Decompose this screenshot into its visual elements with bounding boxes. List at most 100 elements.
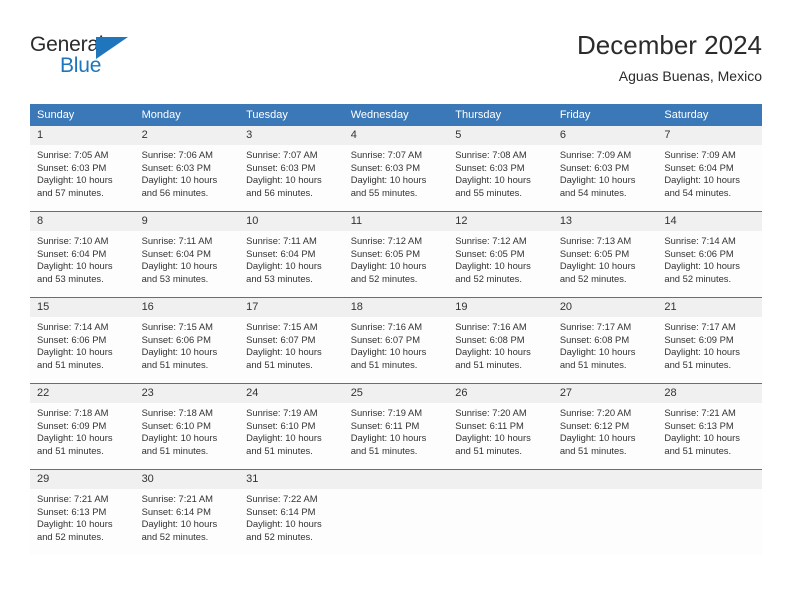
calendar-day-cell[interactable]: 2 Sunrise: 7:06 AM Sunset: 6:03 PM Daylight…: [134, 126, 240, 212]
calendar-day-cell[interactable]: 11 Sunrise: 7:12 AM Sunset: 6:05 PM Dayligh…: [343, 211, 449, 298]
calendar-day-cell[interactable]: 3 Sunrise: 7:07 AM Sunset: 6:03 PM Daylight…: [239, 126, 344, 212]
day-details: Sunrise: 7:21 AM Sunset: 6:13 PM Daylight:…: [30, 489, 135, 543]
daylight-text: Daylight: 10 hours and 54 minutes.: [559, 174, 636, 198]
day-number: 8: [30, 212, 135, 231]
general-blue-logo[interactable]: General Blue: [30, 33, 230, 89]
day-number: 15: [30, 298, 135, 317]
daylight-text: Daylight: 10 hours and 52 minutes.: [455, 260, 531, 284]
calendar-day-cell[interactable]: 17 Sunrise: 7:15 AM Sunset: 6:07 PM Dayligh…: [239, 297, 344, 384]
weekday-header-friday: Friday: [552, 104, 658, 126]
calendar-cell-inner: [343, 470, 449, 555]
sunrise-text: Sunrise: 7:12 AM: [455, 235, 527, 246]
calendar-day-cell[interactable]: 13 Sunrise: 7:13 AM Sunset: 6:05 PM Dayligh…: [552, 211, 658, 298]
calendar-cell-inner: 3 Sunrise: 7:07 AM Sunset: 6:03 PM Daylight…: [239, 126, 344, 211]
daylight-text: Daylight: 10 hours and 52 minutes.: [664, 260, 740, 284]
day-details: Sunrise: 7:12 AM Sunset: 6:05 PM Daylight:…: [344, 231, 449, 285]
day-number: 2: [134, 126, 240, 145]
sunrise-text: Sunrise: 7:14 AM: [664, 235, 736, 246]
daylight-text: Daylight: 10 hours and 53 minutes.: [141, 260, 218, 284]
sunrise-text: Sunrise: 7:20 AM: [559, 407, 632, 418]
sunrise-text: Sunrise: 7:09 AM: [559, 149, 632, 160]
sunset-text: Sunset: 6:10 PM: [246, 419, 316, 431]
calendar-week-row: 22 Sunrise: 7:18 AM Sunset: 6:09 PM Dayligh…: [30, 383, 762, 470]
calendar-day-cell[interactable]: 10 Sunrise: 7:11 AM Sunset: 6:04 PM Dayligh…: [239, 211, 344, 298]
calendar-day-cell[interactable]: 9 Sunrise: 7:11 AM Sunset: 6:04 PM Daylight…: [134, 211, 240, 298]
day-number: 7: [657, 126, 762, 145]
sunset-text: Sunset: 6:04 PM: [664, 161, 734, 173]
calendar-day-cell[interactable]: 20 Sunrise: 7:17 AM Sunset: 6:08 PM Dayligh…: [552, 297, 658, 384]
day-number: 17: [239, 298, 344, 317]
calendar-cell-inner: 2 Sunrise: 7:06 AM Sunset: 6:03 PM Daylight…: [134, 126, 240, 211]
calendar-day-cell[interactable]: 8 Sunrise: 7:10 AM Sunset: 6:04 PM Daylight…: [30, 211, 135, 298]
day-number: 9: [134, 212, 240, 231]
sunrise-text: Sunrise: 7:08 AM: [455, 149, 527, 160]
sunset-text: Sunset: 6:11 PM: [455, 419, 524, 431]
calendar-day-cell[interactable]: 1 Sunrise: 7:05 AM Sunset: 6:03 PM Daylight…: [30, 126, 135, 212]
daylight-text: Daylight: 10 hours and 54 minutes.: [664, 174, 740, 198]
day-details: Sunrise: 7:15 AM Sunset: 6:06 PM Daylight:…: [135, 317, 240, 371]
calendar-day-cell[interactable]: 21 Sunrise: 7:17 AM Sunset: 6:09 PM Dayligh…: [657, 297, 762, 384]
sunset-text: Sunset: 6:03 PM: [455, 161, 525, 173]
calendar-day-cell[interactable]: 12 Sunrise: 7:12 AM Sunset: 6:05 PM Dayligh…: [448, 211, 553, 298]
sunrise-text: Sunrise: 7:17 AM: [664, 321, 736, 332]
calendar-day-cell[interactable]: 6 Sunrise: 7:09 AM Sunset: 6:03 PM Daylight…: [552, 126, 658, 212]
calendar-day-cell[interactable]: 16 Sunrise: 7:15 AM Sunset: 6:06 PM Dayligh…: [134, 297, 240, 384]
day-number: 28: [657, 384, 762, 403]
calendar-day-cell[interactable]: 25 Sunrise: 7:19 AM Sunset: 6:11 PM Dayligh…: [343, 383, 449, 470]
calendar-day-cell[interactable]: 28 Sunrise: 7:21 AM Sunset: 6:13 PM Dayligh…: [657, 383, 762, 470]
calendar-page: General Blue December 2024 Aguas Buenas,…: [0, 0, 792, 612]
calendar-day-cell[interactable]: 5 Sunrise: 7:08 AM Sunset: 6:03 PM Daylight…: [448, 126, 553, 212]
day-details: Sunrise: 7:16 AM Sunset: 6:07 PM Daylight:…: [344, 317, 449, 371]
sunrise-text: Sunrise: 7:20 AM: [455, 407, 527, 418]
calendar-day-cell[interactable]: 22 Sunrise: 7:18 AM Sunset: 6:09 PM Dayligh…: [30, 383, 135, 470]
calendar-day-cell[interactable]: 4 Sunrise: 7:07 AM Sunset: 6:03 PM Daylight…: [343, 126, 449, 212]
calendar-cell-inner: 16 Sunrise: 7:15 AM Sunset: 6:06 PM Dayligh…: [134, 298, 240, 383]
calendar-day-cell[interactable]: 7 Sunrise: 7:09 AM Sunset: 6:04 PM Daylight…: [657, 126, 762, 212]
sunrise-text: Sunrise: 7:07 AM: [350, 149, 423, 160]
calendar-day-cell[interactable]: 29 Sunrise: 7:21 AM Sunset: 6:13 PM Dayligh…: [30, 469, 135, 555]
calendar-day-cell[interactable]: 30 Sunrise: 7:21 AM Sunset: 6:14 PM Dayligh…: [134, 469, 240, 555]
day-number: 6: [552, 126, 658, 145]
calendar-cell-inner: 27 Sunrise: 7:20 AM Sunset: 6:12 PM Dayligh…: [552, 384, 658, 469]
day-details: Sunrise: 7:15 AM Sunset: 6:07 PM Daylight:…: [239, 317, 344, 371]
calendar-cell-inner: 22 Sunrise: 7:18 AM Sunset: 6:09 PM Dayligh…: [30, 384, 135, 469]
sunset-text: Sunset: 6:06 PM: [37, 333, 107, 345]
calendar-day-cell[interactable]: 31 Sunrise: 7:22 AM Sunset: 6:14 PM Dayligh…: [239, 469, 344, 555]
daylight-text: Daylight: 10 hours and 51 minutes.: [246, 346, 322, 370]
day-number: 21: [657, 298, 762, 317]
daylight-text: Daylight: 10 hours and 51 minutes.: [455, 432, 531, 456]
calendar-day-cell[interactable]: 26 Sunrise: 7:20 AM Sunset: 6:11 PM Dayligh…: [448, 383, 553, 470]
day-details: Sunrise: 7:11 AM Sunset: 6:04 PM Daylight:…: [135, 231, 240, 285]
page-header: General Blue December 2024 Aguas Buenas,…: [30, 28, 762, 94]
daylight-text: Daylight: 10 hours and 51 minutes.: [664, 346, 740, 370]
day-details: Sunrise: 7:13 AM Sunset: 6:05 PM Daylight:…: [553, 231, 658, 285]
sunrise-text: Sunrise: 7:21 AM: [37, 493, 109, 504]
sunset-text: Sunset: 6:03 PM: [141, 161, 211, 173]
calendar-day-cell[interactable]: 23 Sunrise: 7:18 AM Sunset: 6:10 PM Dayligh…: [134, 383, 240, 470]
calendar-day-cell[interactable]: 18 Sunrise: 7:16 AM Sunset: 6:07 PM Dayligh…: [343, 297, 449, 384]
sunrise-text: Sunrise: 7:19 AM: [350, 407, 423, 418]
sunset-text: Sunset: 6:11 PM: [350, 419, 420, 431]
daylight-text: Daylight: 10 hours and 51 minutes.: [350, 346, 427, 370]
calendar-day-cell[interactable]: 14 Sunrise: 7:14 AM Sunset: 6:06 PM Dayligh…: [657, 211, 762, 298]
weekday-header-wednesday: Wednesday: [343, 104, 449, 126]
sunrise-text: Sunrise: 7:15 AM: [246, 321, 318, 332]
sunset-text: Sunset: 6:03 PM: [37, 161, 107, 173]
sunset-text: Sunset: 6:09 PM: [37, 419, 107, 431]
calendar-cell-inner: 15 Sunrise: 7:14 AM Sunset: 6:06 PM Dayligh…: [30, 298, 135, 383]
sunrise-text: Sunrise: 7:21 AM: [664, 407, 736, 418]
day-number: 10: [239, 212, 344, 231]
sunrise-text: Sunrise: 7:05 AM: [37, 149, 109, 160]
daylight-text: Daylight: 10 hours and 51 minutes.: [350, 432, 427, 456]
logo-text-blue: Blue: [60, 54, 102, 77]
sunrise-text: Sunrise: 7:11 AM: [246, 235, 317, 246]
day-number: 31: [239, 470, 344, 489]
sunset-text: Sunset: 6:05 PM: [350, 247, 420, 259]
daylight-text: Daylight: 10 hours and 53 minutes.: [37, 260, 113, 284]
calendar-day-cell[interactable]: 27 Sunrise: 7:20 AM Sunset: 6:12 PM Dayligh…: [552, 383, 658, 470]
calendar-day-cell[interactable]: 15 Sunrise: 7:14 AM Sunset: 6:06 PM Dayligh…: [30, 297, 135, 384]
day-details: Sunrise: 7:05 AM Sunset: 6:03 PM Daylight:…: [30, 145, 135, 199]
calendar-day-cell[interactable]: 24 Sunrise: 7:19 AM Sunset: 6:10 PM Dayligh…: [239, 383, 344, 470]
calendar-day-cell[interactable]: 19 Sunrise: 7:16 AM Sunset: 6:08 PM Dayligh…: [448, 297, 553, 384]
daylight-text: Daylight: 10 hours and 52 minutes.: [37, 518, 113, 542]
